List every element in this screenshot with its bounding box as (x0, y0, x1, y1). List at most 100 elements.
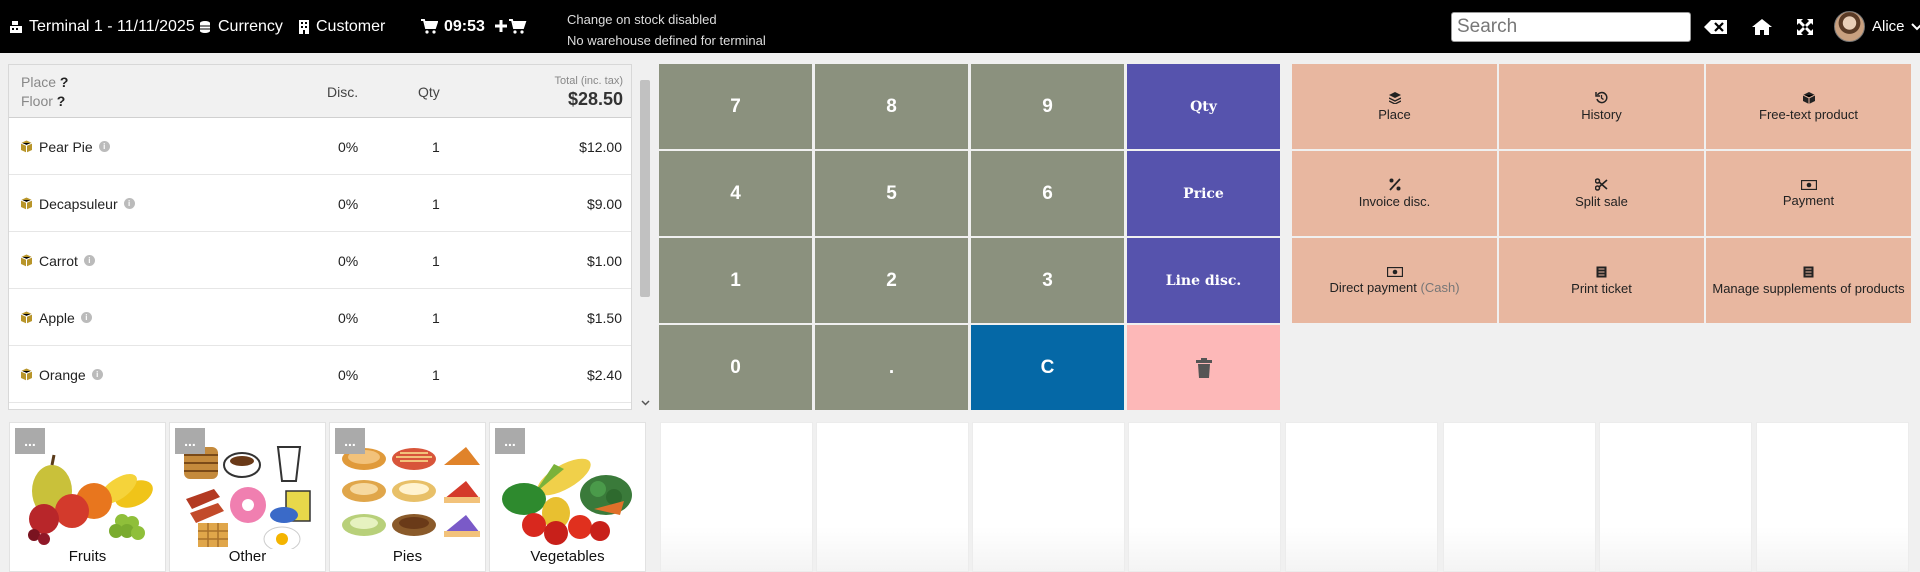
line-discount-button[interactable]: Line disc. (1127, 238, 1280, 323)
print-ticket-button[interactable]: Print ticket (1499, 238, 1704, 323)
product-box-icon (20, 368, 33, 381)
line-qty: 1 (432, 252, 440, 269)
order-line[interactable]: Decapsuleur i 0% 1 $9.00 (9, 175, 631, 232)
product-slot[interactable] (1285, 422, 1438, 572)
user-avatar[interactable] (1834, 11, 1865, 42)
invoice-discount-label: Invoice disc. (1358, 194, 1431, 209)
delete-line-button[interactable] (1127, 325, 1280, 410)
chevron-down-icon (640, 400, 650, 406)
line-product-name: Carrot (39, 252, 78, 269)
box-icon (1802, 91, 1815, 104)
line-qty: 1 (432, 195, 440, 212)
floor-label: Floor (21, 93, 53, 109)
category-more-button[interactable]: ... (495, 428, 525, 454)
qty-button[interactable]: Qty (1127, 64, 1280, 149)
history-button-label: History (1581, 107, 1622, 122)
floor-value: ? (56, 93, 66, 109)
key-2[interactable]: 2 (815, 238, 968, 323)
cash-register-icon (10, 20, 22, 33)
user-menu[interactable]: Alice (1872, 0, 1920, 53)
category-fruits[interactable]: ... Fruits (9, 422, 166, 572)
line-qty: 1 (432, 366, 440, 383)
category-pies[interactable]: ... Pies (329, 422, 486, 572)
scroll-thumb[interactable] (640, 80, 650, 297)
product-slot[interactable] (1443, 422, 1596, 572)
key-6[interactable]: 6 (971, 151, 1124, 236)
key-0[interactable]: 0 (659, 325, 812, 410)
line-product: Apple i (20, 289, 92, 346)
stock-status-line-1: Change on stock disabled (567, 12, 717, 27)
line-qty: 1 (432, 309, 440, 326)
manage-supplements-button[interactable]: Manage supplements of products (1706, 238, 1911, 323)
order-line[interactable]: Orange i 0% 1 $2.40 (9, 346, 631, 403)
category-more-button[interactable]: ... (335, 428, 365, 454)
product-slot[interactable] (1599, 422, 1752, 572)
line-discount: 0% (338, 366, 359, 383)
line-discount: 0% (338, 195, 359, 212)
direct-payment-button[interactable]: Direct payment (Cash) (1292, 238, 1497, 323)
customer-button[interactable]: Customer (298, 0, 385, 53)
search-input[interactable] (1451, 12, 1691, 42)
money-bill-icon (1386, 266, 1403, 277)
order-header: Place ? Floor ? Disc. Qty Total (inc. ta… (9, 65, 631, 118)
product-slot[interactable] (1128, 422, 1281, 572)
home-button[interactable] (1749, 14, 1775, 40)
money-bill-icon (1800, 179, 1817, 190)
payment-button[interactable]: Payment (1706, 151, 1911, 236)
new-sale-button[interactable] (495, 0, 533, 53)
coins-icon (200, 20, 210, 33)
trash-icon (1195, 357, 1212, 378)
price-button[interactable]: Price (1127, 151, 1280, 236)
order-line[interactable]: Carrot i 0% 1 $1.00 (9, 232, 631, 289)
category-other[interactable]: ... Other (169, 422, 326, 572)
direct-payment-text: Direct payment (Cash) (1329, 280, 1459, 295)
invoice-discount-button[interactable]: Invoice disc. (1292, 151, 1497, 236)
add-cart-icon (495, 19, 527, 34)
category-vegetables[interactable]: ... Vegetables (489, 422, 646, 572)
info-icon[interactable]: i (80, 312, 92, 323)
receipt-icon (1803, 266, 1814, 277)
order-line[interactable]: Apple i 0% 1 $1.50 (9, 289, 631, 346)
top-bar: Terminal 1 - 11/11/2025 Currency Custome… (0, 0, 1920, 53)
stock-status-line-2: No warehouse defined for terminal (567, 33, 766, 48)
split-sale-button[interactable]: Split sale (1499, 151, 1704, 236)
key-9[interactable]: 9 (971, 64, 1124, 149)
key-decimal[interactable]: . (815, 325, 968, 410)
info-icon[interactable]: i (123, 198, 135, 209)
clear-search-button[interactable] (1703, 14, 1729, 40)
info-icon[interactable]: i (98, 141, 110, 152)
fullscreen-button[interactable] (1793, 14, 1817, 40)
key-4[interactable]: 4 (659, 151, 812, 236)
currency-button[interactable]: Currency (198, 0, 283, 53)
place-floor-info[interactable]: Place ? Floor ? (21, 73, 68, 111)
category-more-button[interactable]: ... (175, 428, 205, 454)
free-text-product-button[interactable]: Free-text product (1706, 64, 1911, 149)
key-3[interactable]: 3 (971, 238, 1124, 323)
clear-button[interactable]: C (971, 325, 1124, 410)
history-button[interactable]: History (1499, 64, 1704, 149)
customer-label: Customer (316, 17, 386, 35)
order-line[interactable]: Pear Pie i 0% 1 $12.00 (9, 118, 631, 175)
terminal-button[interactable]: Terminal 1 - 11/11/2025 (9, 0, 195, 53)
key-7[interactable]: 7 (659, 64, 812, 149)
product-slot[interactable] (1756, 422, 1909, 572)
line-product: Pear Pie i (20, 118, 110, 175)
key-8[interactable]: 8 (815, 64, 968, 149)
key-5[interactable]: 5 (815, 151, 968, 236)
info-icon[interactable]: i (83, 255, 95, 266)
line-product-name: Apple (39, 309, 75, 326)
scroll-down-arrow[interactable] (637, 396, 653, 410)
product-slot[interactable] (816, 422, 969, 572)
cart-clock[interactable]: 09:53 (421, 0, 485, 53)
order-scrollbar[interactable] (637, 64, 653, 410)
percent-icon (1388, 178, 1401, 191)
product-slot[interactable] (660, 422, 813, 572)
key-1[interactable]: 1 (659, 238, 812, 323)
product-slot[interactable] (972, 422, 1125, 572)
category-more-button[interactable]: ... (15, 428, 45, 454)
place-button[interactable]: Place (1292, 64, 1497, 149)
scroll-up-arrow[interactable] (637, 64, 653, 78)
order-panel: Place ? Floor ? Disc. Qty Total (inc. ta… (8, 64, 632, 410)
info-icon[interactable]: i (91, 369, 103, 380)
line-qty: 1 (432, 138, 440, 155)
